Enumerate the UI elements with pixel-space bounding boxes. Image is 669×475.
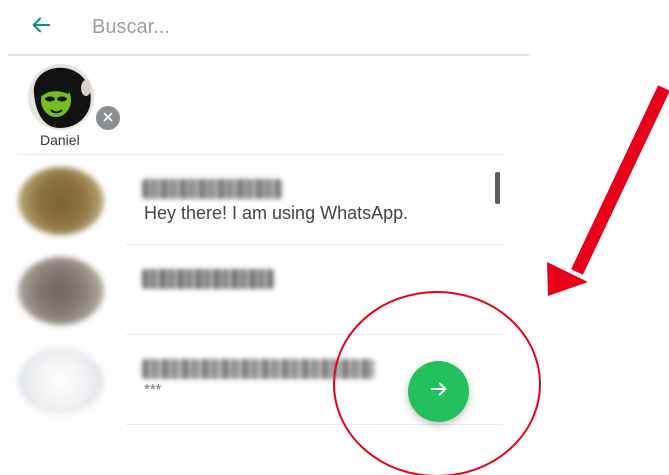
arrow-right-icon (428, 378, 450, 405)
avatar (18, 167, 104, 235)
list-item[interactable]: Hey there! I am using WhatsApp. (18, 155, 503, 245)
back-button[interactable] (26, 12, 56, 42)
list-item[interactable] (18, 245, 503, 335)
close-icon (103, 109, 113, 127)
avatar (18, 347, 104, 415)
search-bar (0, 0, 669, 54)
pointer-arrow-icon (547, 85, 669, 296)
avatar (18, 257, 104, 325)
divider (126, 424, 503, 425)
next-button[interactable] (408, 361, 469, 422)
contact-status: *** (144, 381, 162, 398)
selected-contact-name: Daniel (40, 132, 80, 148)
contact-name-redacted (142, 179, 282, 199)
selected-contact[interactable]: Daniel (20, 64, 122, 150)
search-divider (8, 54, 529, 56)
arrow-left-icon (30, 14, 52, 41)
avatar (28, 64, 94, 130)
remove-selected-button[interactable] (94, 104, 122, 132)
contact-name-redacted (142, 359, 374, 379)
contact-status: Hey there! I am using WhatsApp. (144, 203, 409, 223)
contact-name-redacted (142, 269, 274, 289)
scrollbar[interactable] (495, 172, 500, 204)
search-input[interactable] (90, 10, 534, 44)
